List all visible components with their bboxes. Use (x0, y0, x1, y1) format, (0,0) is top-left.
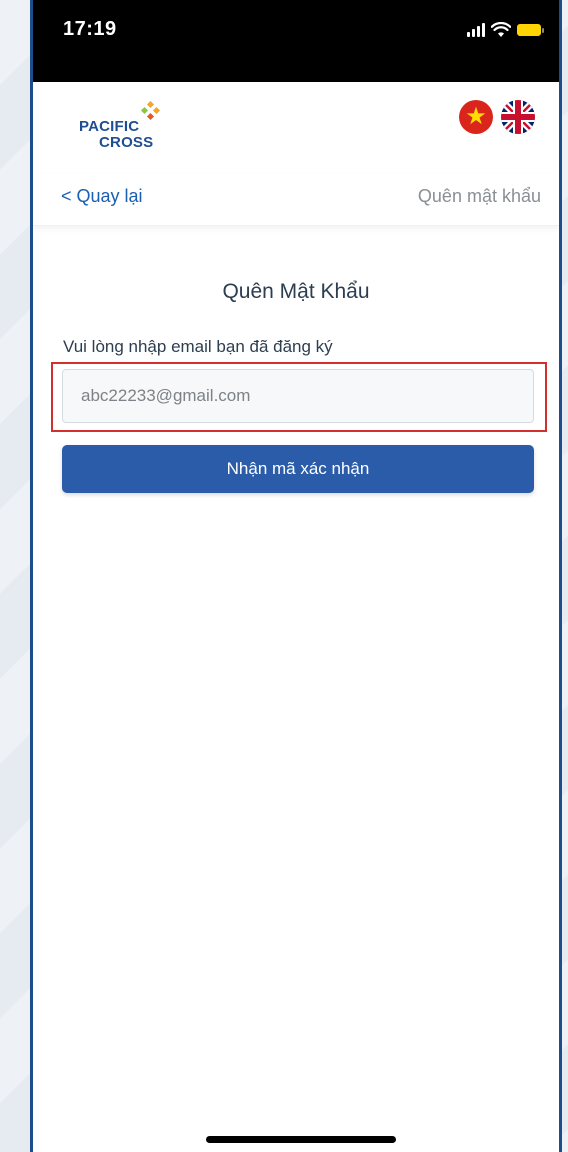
status-icons (467, 20, 544, 40)
phone-screen: 17:19 PACIFIC CROSS ★ < Quay lại Quên mậ… (30, 0, 562, 1152)
wifi-icon (491, 22, 511, 37)
home-indicator (206, 1136, 396, 1143)
back-link[interactable]: < Quay lại (61, 186, 143, 207)
status-time: 17:19 (63, 18, 117, 40)
cellular-signal-icon (467, 23, 485, 37)
vietnam-flag-icon[interactable]: ★ (459, 100, 493, 134)
nav-bar: < Quay lại Quên mật khẩu (33, 174, 559, 226)
logo-cross-icon (140, 100, 161, 121)
app-header: PACIFIC CROSS ★ (33, 82, 559, 174)
battery-icon (517, 24, 544, 36)
page-title: Quên Mật Khẩu (222, 280, 370, 303)
email-label: Vui lòng nhập email bạn đã đăng ký (63, 337, 333, 356)
get-code-button[interactable]: Nhận mã xác nhận (62, 445, 534, 493)
pacific-cross-logo[interactable]: PACIFIC CROSS (79, 100, 175, 156)
status-bar: 17:19 (33, 0, 559, 82)
email-input[interactable] (62, 369, 534, 423)
nav-title: Quên mật khẩu (417, 186, 541, 206)
uk-flag-icon[interactable] (501, 100, 535, 134)
logo-text-line2: CROSS (99, 134, 154, 151)
logo-text-line1: PACIFIC (79, 118, 140, 135)
